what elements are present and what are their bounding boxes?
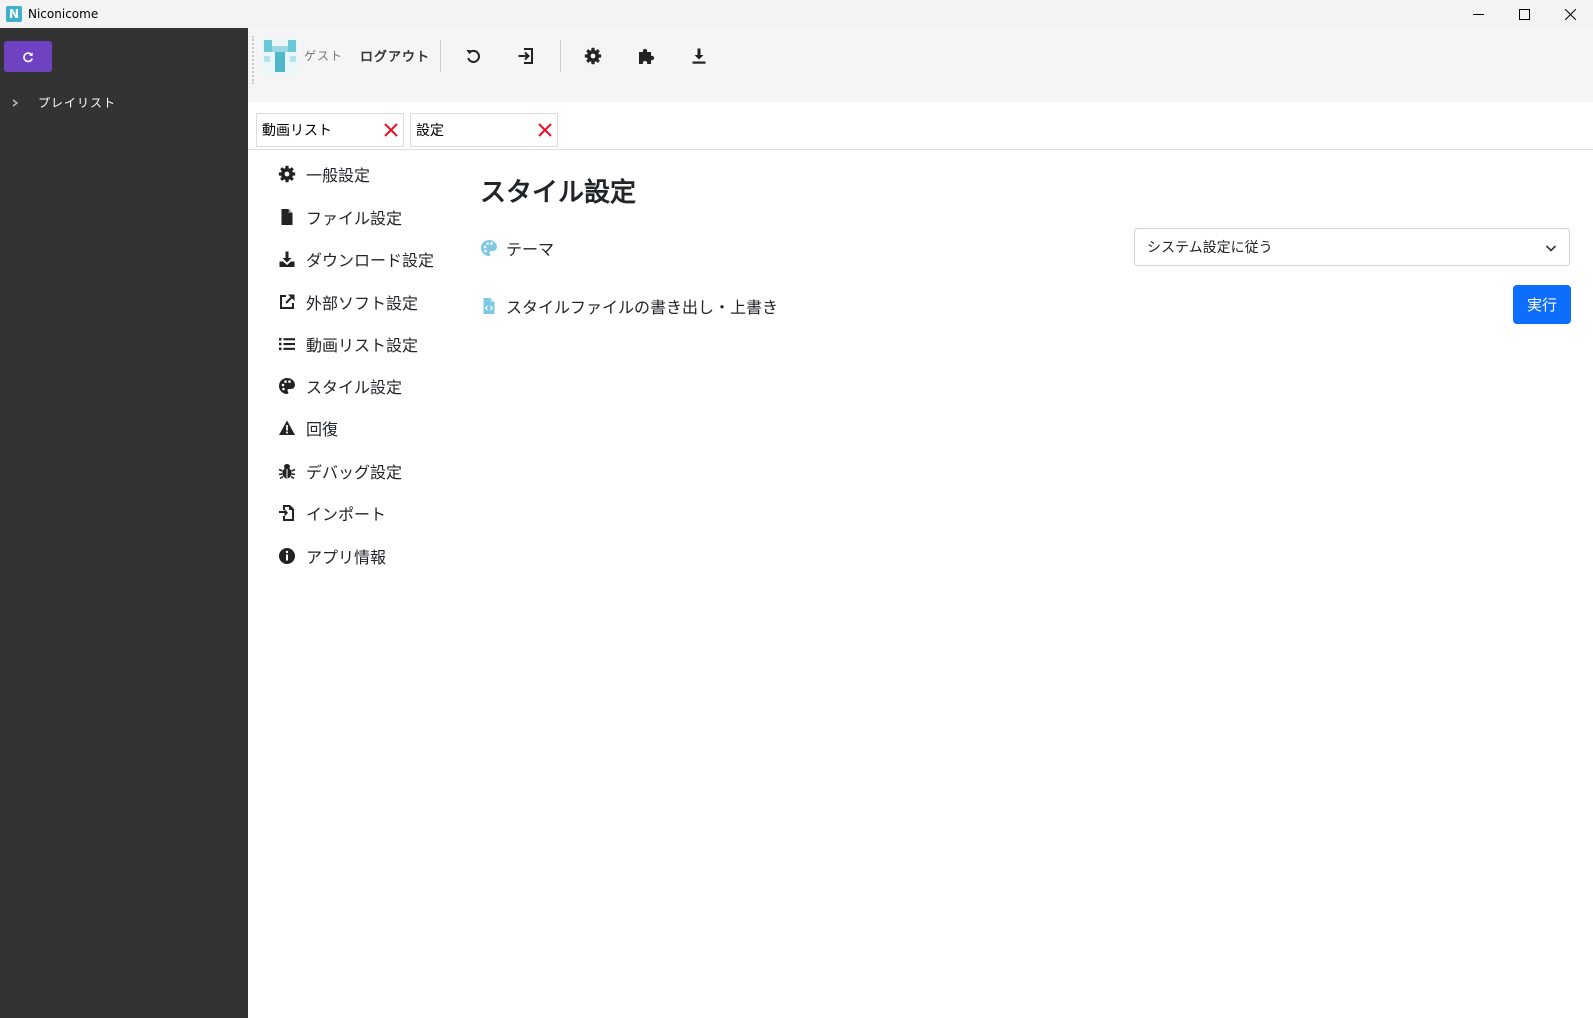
external-link-icon bbox=[280, 294, 295, 309]
nav-item-debug[interactable]: デバッグ設定 bbox=[278, 457, 402, 485]
import-icon bbox=[279, 505, 294, 521]
nav-label: 動画リスト設定 bbox=[306, 336, 419, 355]
theme-setting-label: テーマ bbox=[480, 236, 554, 260]
sign-in-icon bbox=[518, 48, 533, 64]
download-icon bbox=[692, 48, 706, 64]
close-tab-icon[interactable] bbox=[383, 122, 399, 138]
tab-label: 設定 bbox=[416, 123, 444, 139]
nav-label: スタイル設定 bbox=[306, 378, 403, 397]
settings-button[interactable] bbox=[578, 42, 608, 70]
download-icon bbox=[279, 251, 295, 267]
gear-icon bbox=[584, 47, 602, 65]
tab-label: 動画リスト bbox=[262, 123, 332, 139]
nav-item-app-info[interactable]: アプリ情報 bbox=[278, 542, 386, 570]
minimize-icon bbox=[1472, 13, 1484, 15]
nav-item-recovery[interactable]: 回復 bbox=[278, 414, 338, 442]
user-name: ゲスト bbox=[304, 49, 344, 63]
page-title: スタイル設定 bbox=[480, 178, 637, 208]
nav-item-style[interactable]: スタイル設定 bbox=[278, 372, 402, 400]
avatar bbox=[262, 38, 298, 74]
style-file-setting-label: スタイルファイルの書き出し・上書き bbox=[480, 294, 778, 318]
nav-item-file[interactable]: ファイル設定 bbox=[278, 203, 402, 231]
info-icon bbox=[279, 548, 295, 564]
close-window-button[interactable] bbox=[1547, 0, 1593, 28]
style-file-label-text: スタイルファイルの書き出し・上書き bbox=[506, 298, 779, 317]
nav-label: ファイル設定 bbox=[306, 209, 403, 228]
nav-item-download[interactable]: ダウンロード設定 bbox=[278, 245, 434, 273]
nav-label: 外部ソフト設定 bbox=[306, 294, 419, 313]
nav-item-import[interactable]: インポート bbox=[278, 499, 386, 527]
theme-select[interactable]: システム設定に従う bbox=[1134, 228, 1570, 266]
maximize-button[interactable] bbox=[1501, 0, 1547, 28]
login-button[interactable] bbox=[511, 42, 541, 70]
list-icon bbox=[279, 338, 295, 351]
tab-video-list[interactable]: 動画リスト bbox=[256, 113, 404, 147]
gear-icon bbox=[278, 165, 296, 183]
refresh-playlist-button[interactable] bbox=[4, 41, 52, 72]
tree-item-label: プレイリスト bbox=[38, 96, 117, 110]
palette-icon bbox=[481, 240, 497, 256]
minimize-button[interactable] bbox=[1455, 0, 1501, 28]
window-titlebar: N Niconicome bbox=[0, 0, 1593, 28]
chevron-down-icon bbox=[1545, 245, 1557, 252]
toolbar-grip bbox=[252, 36, 254, 84]
rotate-left-icon bbox=[466, 49, 480, 63]
toolbar-divider bbox=[440, 40, 441, 72]
tab-strip: 動画リスト 設定 bbox=[248, 102, 1593, 150]
app-logo-icon: N bbox=[6, 6, 22, 22]
tab-settings[interactable]: 設定 bbox=[410, 113, 558, 147]
nav-label: 一般設定 bbox=[306, 166, 371, 185]
execute-button[interactable]: 実行 bbox=[1513, 285, 1571, 324]
reload-button[interactable] bbox=[458, 42, 488, 70]
main-toolbar: ゲスト ログアウト bbox=[248, 28, 1593, 102]
maximize-icon bbox=[1518, 8, 1530, 20]
theme-label-text: テーマ bbox=[506, 240, 555, 259]
download-button[interactable] bbox=[684, 42, 714, 70]
logout-link[interactable]: ログアウト bbox=[360, 46, 430, 65]
addons-button[interactable] bbox=[631, 42, 661, 70]
app-window: N Niconicome プレイリスト ゲスト ログアウト 動画リスト 設定 一… bbox=[0, 0, 1593, 1018]
file-icon bbox=[281, 209, 293, 225]
toolbar-divider bbox=[560, 40, 561, 72]
nav-item-external-software[interactable]: 外部ソフト設定 bbox=[278, 288, 418, 316]
nav-label: デバッグ設定 bbox=[306, 463, 403, 482]
nav-label: ダウンロード設定 bbox=[306, 251, 435, 270]
warning-icon bbox=[279, 420, 295, 435]
window-title: Niconicome bbox=[28, 7, 99, 21]
nav-item-video-list[interactable]: 動画リスト設定 bbox=[278, 330, 418, 358]
tree-item-playlist[interactable]: プレイリスト bbox=[10, 94, 116, 111]
file-code-icon bbox=[483, 298, 495, 314]
window-controls bbox=[1455, 0, 1593, 28]
close-tab-icon[interactable] bbox=[537, 122, 553, 138]
puzzle-piece-icon bbox=[639, 48, 655, 64]
nav-label: インポート bbox=[306, 505, 387, 524]
refresh-icon bbox=[23, 51, 33, 62]
nav-label: アプリ情報 bbox=[306, 548, 387, 567]
playlist-sidebar: プレイリスト bbox=[0, 28, 248, 1018]
palette-icon bbox=[279, 378, 295, 394]
close-icon bbox=[1564, 8, 1576, 20]
nav-label: 回復 bbox=[306, 420, 339, 439]
chevron-right-icon[interactable] bbox=[10, 98, 20, 108]
theme-select-value: システム設定に従う bbox=[1147, 240, 1273, 256]
bug-icon bbox=[278, 464, 296, 480]
nav-item-general[interactable]: 一般設定 bbox=[278, 160, 370, 188]
